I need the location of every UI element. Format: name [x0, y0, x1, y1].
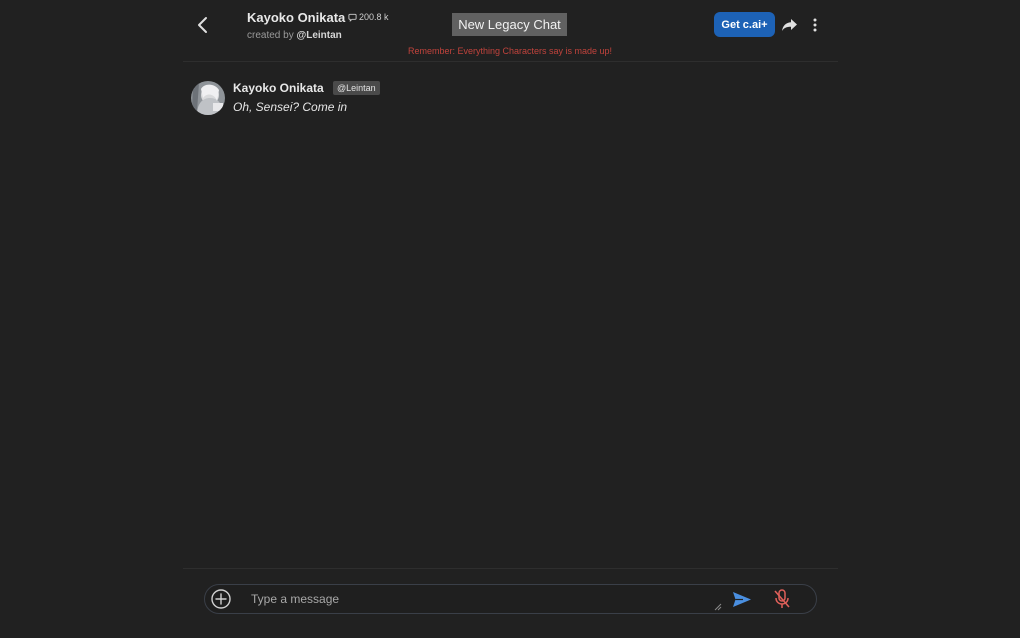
share-arrow-icon [781, 19, 797, 31]
chat-page: Kayoko Onikata 200.8 k created by @Leint… [0, 0, 1020, 638]
header-divider [183, 61, 838, 62]
chat-count: 200.8 k [348, 12, 389, 22]
message-text: Oh, Sensei? Come in [233, 100, 348, 114]
creator-badge: @Leintan [333, 81, 380, 95]
character-avatar[interactable] [191, 81, 225, 115]
disclaimer-text: Remember: Everything Characters say is m… [407, 46, 613, 56]
character-name: Kayoko Onikata [247, 10, 346, 25]
creator-handle[interactable]: @Leintan [296, 30, 341, 41]
created-by-prefix: created by [247, 30, 294, 41]
more-vertical-icon [813, 18, 817, 32]
composer-divider [183, 568, 838, 569]
back-button[interactable] [190, 12, 216, 38]
message-author: Kayoko Onikata [233, 81, 324, 95]
send-button[interactable] [731, 589, 753, 609]
message-input[interactable] [247, 589, 725, 609]
share-button[interactable] [779, 15, 799, 35]
chat-bubble-icon [348, 13, 357, 22]
new-legacy-chat-button[interactable]: New Legacy Chat [452, 13, 567, 36]
mic-button[interactable] [772, 588, 792, 610]
chevron-left-icon [198, 17, 207, 33]
mic-off-icon [774, 589, 790, 608]
plus-circle-icon [211, 589, 231, 609]
avatar-image [191, 81, 225, 115]
more-options-button[interactable] [806, 14, 824, 36]
chat-count-value: 200.8 k [359, 12, 389, 22]
resize-handle-icon[interactable] [714, 603, 722, 611]
get-cai-plus-button[interactable]: Get c.ai+ [714, 12, 775, 37]
add-button[interactable] [210, 588, 232, 610]
send-icon [733, 591, 751, 607]
created-by: created by @Leintan [247, 30, 342, 41]
